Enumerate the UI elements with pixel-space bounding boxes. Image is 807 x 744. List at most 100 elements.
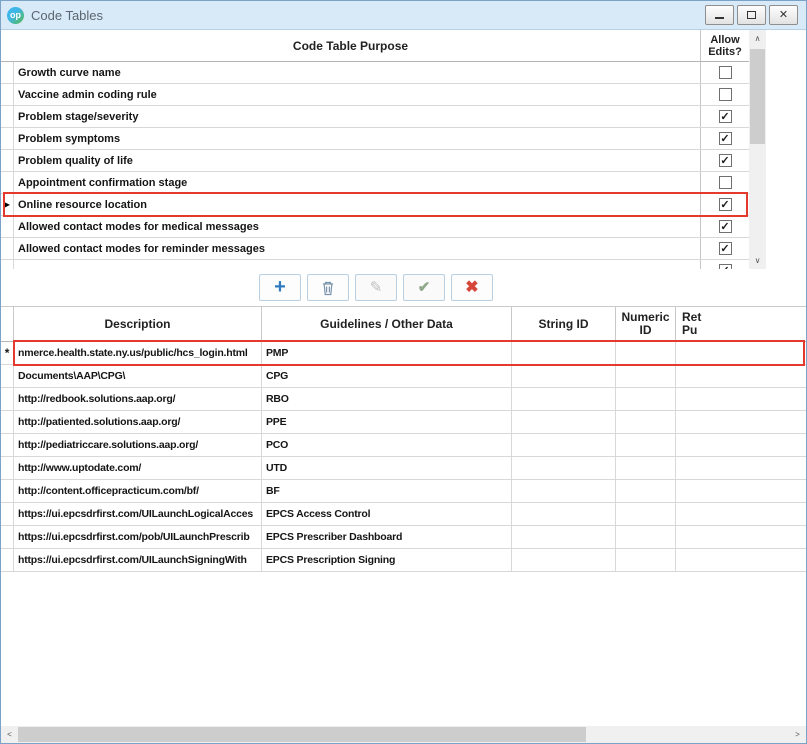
cell-string-id[interactable]: [512, 503, 616, 525]
detail-table-row[interactable]: https://ui.epcsdrfirst.com/pob/UILaunchP…: [1, 526, 806, 549]
cell-guidelines[interactable]: EPCS Access Control: [262, 503, 512, 525]
cell-description[interactable]: nmerce.health.state.ny.us/public/hcs_log…: [14, 342, 262, 364]
cell-numeric-id[interactable]: [616, 411, 676, 433]
cell-retired[interactable]: [676, 549, 806, 571]
code-table-row[interactable]: Growth curve name: [1, 62, 749, 84]
cell-guidelines[interactable]: BF: [262, 480, 512, 502]
cell-description[interactable]: http://www.uptodate.com/: [14, 457, 262, 479]
allow-edits-cell[interactable]: [701, 238, 749, 259]
code-table-row[interactable]: Vaccine admin coding rule: [1, 84, 749, 106]
code-table-row-label[interactable]: Online resource location: [14, 194, 701, 215]
cell-guidelines[interactable]: RBO: [262, 388, 512, 410]
detail-table-row[interactable]: Documents\AAP\CPG\ CPG: [1, 365, 806, 388]
cell-retired[interactable]: [676, 388, 806, 410]
allow-edits-cell[interactable]: [701, 84, 749, 105]
cell-retired[interactable]: [676, 342, 806, 364]
cell-string-id[interactable]: [512, 434, 616, 456]
cell-string-id[interactable]: [512, 411, 616, 433]
detail-table-row[interactable]: http://pediatriccare.solutions.aap.org/ …: [1, 434, 806, 457]
post-record-button[interactable]: ✔: [403, 274, 445, 301]
delete-record-button[interactable]: [307, 274, 349, 301]
edit-record-button[interactable]: ✎: [355, 274, 397, 301]
cell-guidelines[interactable]: PCO: [262, 434, 512, 456]
scroll-right-button[interactable]: >: [789, 726, 806, 743]
detail-header-cell[interactable]: Guidelines / Other Data: [262, 307, 512, 341]
cell-guidelines[interactable]: UTD: [262, 457, 512, 479]
cell-description[interactable]: https://ui.epcsdrfirst.com/UILaunchLogic…: [14, 503, 262, 525]
allow-edits-cell[interactable]: [701, 260, 749, 269]
code-table-row[interactable]: ▶ Online resource location: [1, 192, 749, 217]
code-table-row[interactable]: Allowed contact modes for medical messag…: [1, 216, 749, 238]
code-table-row[interactable]: Problem symptoms: [1, 128, 749, 150]
cell-description[interactable]: Documents\AAP\CPG\: [14, 365, 262, 387]
horizontal-scrollbar[interactable]: < >: [1, 726, 806, 743]
cell-string-id[interactable]: [512, 526, 616, 548]
minimize-button[interactable]: [705, 5, 734, 25]
cell-description[interactable]: http://content.officepracticum.com/bf/: [14, 480, 262, 502]
cell-guidelines[interactable]: EPCS Prescription Signing: [262, 549, 512, 571]
allow-edits-cell[interactable]: [701, 150, 749, 171]
allow-edits-cell[interactable]: [701, 106, 749, 127]
cell-retired[interactable]: [676, 457, 806, 479]
detail-header-cell[interactable]: Ret Pu: [676, 307, 806, 341]
cell-numeric-id[interactable]: [616, 434, 676, 456]
code-table-row-label[interactable]: Growth curve name: [14, 62, 701, 83]
cell-string-id[interactable]: [512, 342, 616, 364]
cell-numeric-id[interactable]: [616, 526, 676, 548]
code-table-row-label[interactable]: [14, 260, 701, 269]
cancel-edit-button[interactable]: ✖: [451, 274, 493, 301]
allow-edits-checkbox[interactable]: [718, 88, 732, 101]
cell-guidelines[interactable]: PMP: [262, 342, 512, 364]
allow-edits-checkbox[interactable]: [718, 242, 732, 255]
detail-table-row[interactable]: http://www.uptodate.com/ UTD: [1, 457, 806, 480]
cell-description[interactable]: http://redbook.solutions.aap.org/: [14, 388, 262, 410]
allow-edits-column-header[interactable]: Allow Edits?: [701, 30, 749, 61]
code-table-row-label[interactable]: Problem quality of life: [14, 150, 701, 171]
code-table-row-label[interactable]: Appointment confirmation stage: [14, 172, 701, 193]
cell-guidelines[interactable]: PPE: [262, 411, 512, 433]
code-table-row-label[interactable]: Problem symptoms: [14, 128, 701, 149]
detail-table-row[interactable]: http://patiented.solutions.aap.org/ PPE: [1, 411, 806, 434]
cell-numeric-id[interactable]: [616, 549, 676, 571]
cell-guidelines[interactable]: EPCS Prescriber Dashboard: [262, 526, 512, 548]
allow-edits-checkbox[interactable]: [718, 66, 732, 79]
maximize-button[interactable]: [737, 5, 766, 25]
cell-numeric-id[interactable]: [616, 365, 676, 387]
allow-edits-cell[interactable]: [701, 216, 749, 237]
cell-retired[interactable]: [676, 411, 806, 433]
title-bar[interactable]: op Code Tables ✕: [1, 1, 806, 30]
detail-table-row[interactable]: https://ui.epcsdrfirst.com/UILaunchSigni…: [1, 549, 806, 572]
cell-description[interactable]: http://patiented.solutions.aap.org/: [14, 411, 262, 433]
cell-string-id[interactable]: [512, 365, 616, 387]
cell-string-id[interactable]: [512, 549, 616, 571]
scroll-down-button[interactable]: ∨: [749, 252, 766, 269]
scroll-left-button[interactable]: <: [1, 726, 18, 743]
cell-numeric-id[interactable]: [616, 480, 676, 502]
detail-table-row[interactable]: https://ui.epcsdrfirst.com/UILaunchLogic…: [1, 503, 806, 526]
code-table-row[interactable]: Allowed contact modes for reminder messa…: [1, 238, 749, 260]
cell-guidelines[interactable]: CPG: [262, 365, 512, 387]
allow-edits-checkbox[interactable]: [718, 176, 732, 189]
allow-edits-cell[interactable]: [701, 172, 749, 193]
cell-string-id[interactable]: [512, 388, 616, 410]
cell-string-id[interactable]: [512, 480, 616, 502]
purpose-column-header[interactable]: Code Table Purpose: [1, 30, 701, 61]
horizontal-scroll-thumb[interactable]: [18, 727, 586, 742]
code-table-row[interactable]: Problem quality of life: [1, 150, 749, 172]
allow-edits-checkbox[interactable]: [718, 198, 732, 211]
vertical-scrollbar[interactable]: ∧ ∨: [749, 30, 766, 269]
cell-description[interactable]: https://ui.epcsdrfirst.com/pob/UILaunchP…: [14, 526, 262, 548]
cell-retired[interactable]: [676, 480, 806, 502]
code-table-row-label[interactable]: Allowed contact modes for reminder messa…: [14, 238, 701, 259]
allow-edits-checkbox[interactable]: [718, 110, 732, 123]
cell-numeric-id[interactable]: [616, 503, 676, 525]
close-button[interactable]: ✕: [769, 5, 798, 25]
code-table-row-label[interactable]: Allowed contact modes for medical messag…: [14, 216, 701, 237]
allow-edits-cell[interactable]: [701, 128, 749, 149]
add-record-button[interactable]: +: [259, 274, 301, 301]
cell-numeric-id[interactable]: [616, 388, 676, 410]
detail-header-cell[interactable]: Description: [14, 307, 262, 341]
allow-edits-checkbox[interactable]: [718, 132, 732, 145]
cell-retired[interactable]: [676, 434, 806, 456]
cell-description[interactable]: http://pediatriccare.solutions.aap.org/: [14, 434, 262, 456]
